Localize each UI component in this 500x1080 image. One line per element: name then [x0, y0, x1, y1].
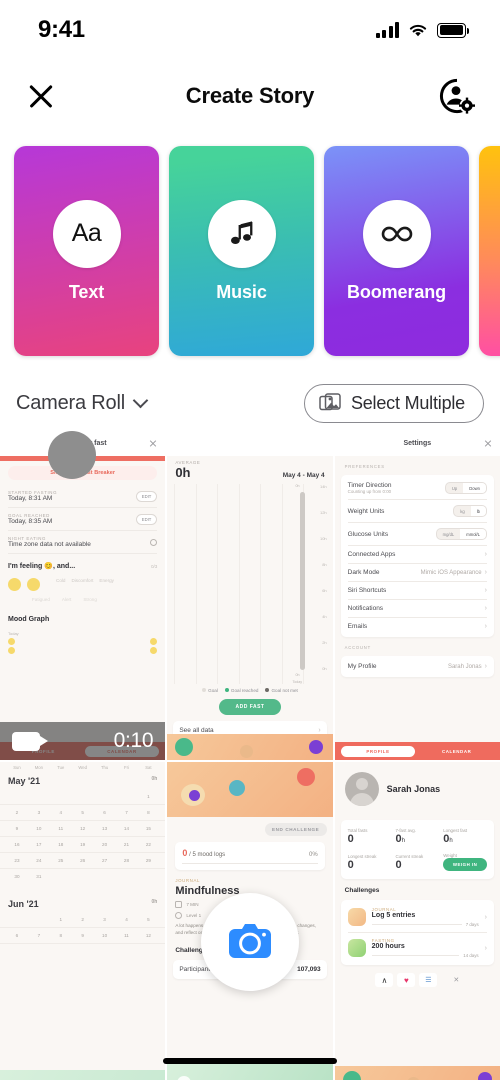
page-title: Create Story	[185, 83, 315, 108]
challenge-illustration	[167, 762, 333, 817]
status-bar-indicators	[375, 22, 469, 38]
signal-bars-icon	[375, 22, 399, 38]
calendar-week-row: 1 2 3 4 5	[0, 912, 166, 928]
challenge-icon	[347, 908, 366, 926]
status-bar-time: 9:41	[38, 16, 85, 43]
fasting-bar-chart: 0h 0h Today 14h 12h 10h 8h 6h 4h 2h 0h	[174, 484, 327, 684]
calendar-week-row: 6 7 8 9 10 11 12	[0, 928, 166, 944]
story-format-card-text[interactable]: Aa Text	[14, 146, 159, 356]
stat-longest-fast: Longest fast 0h	[443, 828, 468, 845]
video-duration-badge: 0:10	[0, 722, 166, 760]
table-row: Weight Units kg lb	[347, 500, 487, 523]
camera-capture-button[interactable]	[201, 893, 299, 991]
info-icon	[150, 538, 158, 546]
story-format-card-boomerang[interactable]: Boomerang	[324, 146, 469, 356]
story-privacy-settings-icon[interactable]	[438, 77, 476, 115]
level-icon	[175, 912, 183, 919]
mini-tab-bar: PROFILE CALENDAR	[334, 742, 500, 760]
chevron-down-icon	[132, 392, 149, 409]
close-icon: ✕	[453, 977, 460, 984]
gallery-header: Camera Roll Select Multiple	[0, 376, 500, 430]
battery-full-icon	[437, 22, 469, 38]
avatar	[344, 772, 379, 806]
calendar-week-row: 2 3 4 5 6 7 8	[0, 805, 166, 821]
story-format-card-music[interactable]: Music	[169, 146, 314, 356]
arc-icon: ∧	[375, 973, 394, 987]
wifi-icon	[409, 24, 427, 37]
calendar-week-row: 30 31	[14, 874, 42, 879]
album-label: Camera Roll	[16, 391, 125, 414]
challenge-icon	[347, 939, 366, 957]
table-row: Notifications ›	[347, 600, 487, 618]
top-nav-bar: Create Story	[0, 60, 500, 132]
mood-progress-card: 0 / 5 mood logs 0%	[175, 842, 325, 870]
table-row: Connected Apps ›	[347, 546, 487, 564]
stat-7-fast-avg: 7-fast avg. 0h	[395, 828, 416, 845]
challenge-row: JOURNAL Log 5 entries 7 days ›	[347, 902, 487, 933]
story-format-label: Boomerang	[346, 281, 447, 302]
calendar-month-label: May '21 0h	[8, 776, 158, 786]
table-row: GOAL REACHED Today, 8:35 AM EDIT	[8, 508, 158, 531]
stat-total-fasts: Total fasts 0	[347, 828, 368, 845]
stat-current-streak: Current streak 0	[395, 854, 424, 871]
create-story-screen: 9:41 Create Story Aa Text Music Boomeran…	[0, 0, 500, 1080]
gallery-item-profile[interactable]: Sarah Jonas Total fasts 0 7-fast avg. 0h	[334, 762, 500, 1080]
gallery-item-video[interactable]: Save your fast Share Your Fast Breaker S…	[0, 430, 166, 760]
gallery-item-calendar[interactable]: Sun Mon Tue Wed Thu Fri Sat May '21 0h 1	[0, 762, 166, 1080]
calendar-weekday-header: Sun Mon Tue Wed Thu Fri Sat	[13, 765, 152, 770]
table-row: Emails ›	[347, 623, 487, 630]
stat-weight: Weight WEIGH IN	[443, 853, 487, 871]
video-camera-icon	[12, 731, 48, 751]
table-row: My Profile Sarah Jonas ›	[347, 663, 487, 670]
add-fast-button: ADD FAST	[218, 699, 281, 715]
close-icon	[484, 439, 492, 447]
stat-longest-streak: Longest streak 0	[347, 854, 377, 871]
chart-icon: ☰	[419, 973, 438, 987]
story-format-carousel[interactable]: Aa Text Music Boomerang	[0, 132, 500, 376]
weigh-in-button: WEIGH IN	[443, 858, 487, 871]
close-icon	[149, 439, 157, 447]
camera-icon	[229, 924, 271, 958]
table-row: Siri Shortcuts ›	[347, 582, 487, 600]
text-aa-icon: Aa	[52, 199, 121, 268]
calendar-week-row: 1	[0, 789, 166, 805]
calendar-icon	[175, 901, 183, 908]
stacked-photos-icon	[319, 393, 341, 411]
table-row: NIGHT EATING Time zone data not availabl…	[8, 531, 158, 554]
close-icon[interactable]	[24, 79, 58, 113]
infinity-icon	[362, 199, 431, 268]
heart-icon: ♥	[397, 973, 416, 987]
table-row: Timer Direction Counting up from 0:00 Up…	[347, 477, 487, 500]
calendar-week-row: 23 24 25 26 27 28 29	[0, 853, 166, 869]
table-row: STARTED FASTING Today, 8:31 AM EDIT	[8, 485, 158, 508]
video-duration: 0:10	[113, 729, 154, 752]
calendar-week-row: 16 17 18 19 20 21 22	[0, 837, 166, 853]
table-row: Glucose Units mg/dL mmol/L	[347, 523, 487, 546]
calendar-week-row: 9 10 11 12 13 14 15	[0, 821, 166, 837]
story-format-card-partial[interactable]	[479, 146, 500, 356]
select-multiple-label: Select Multiple	[350, 392, 465, 413]
chart-legend: Goal Goal reached Goal not met	[167, 688, 332, 693]
end-challenge-button: END CHALLENGE	[264, 823, 327, 836]
music-note-icon	[207, 199, 276, 268]
gallery-item-settings[interactable]: Settings PREFERENCES Timer Direction Cou…	[334, 430, 500, 760]
album-selector[interactable]: Camera Roll	[16, 391, 149, 415]
calendar-month-label: Jun '21 0h	[8, 899, 158, 909]
select-multiple-button[interactable]: Select Multiple	[303, 383, 484, 423]
gallery-item-chart[interactable]: Average 0h May 4 - May 4 0h 0h Today 14h	[167, 430, 333, 760]
story-format-label: Text	[68, 281, 105, 302]
loading-placeholder	[48, 431, 96, 479]
challenge-row: FASTING 200 hours 14 days ›	[347, 933, 487, 963]
home-indicator	[163, 1058, 337, 1064]
mini-header	[167, 430, 333, 456]
table-row: Dark Mode Mimic iOS Appearance ›	[347, 564, 487, 582]
status-bar: 9:41	[0, 0, 500, 60]
story-format-label: Music	[216, 281, 267, 302]
mini-header: Settings	[334, 430, 500, 456]
